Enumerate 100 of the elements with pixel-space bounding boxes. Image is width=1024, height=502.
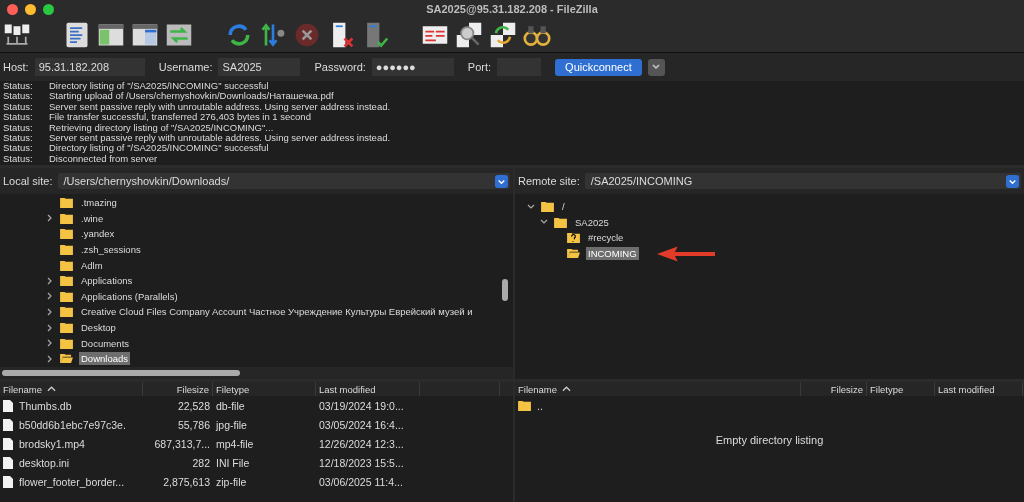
cancel-icon[interactable] — [293, 21, 321, 49]
folder-name[interactable]: Applications — [79, 274, 135, 288]
file-name: Thumbs.db — [19, 399, 72, 412]
file-icon — [3, 475, 13, 488]
chevron-icon[interactable] — [46, 214, 54, 223]
sort-icon — [47, 386, 57, 392]
folder-icon — [60, 212, 73, 224]
chevron-icon[interactable] — [46, 307, 54, 316]
folder-icon — [518, 400, 531, 411]
file-modified: 12/26/2024 12:3... — [318, 437, 405, 450]
chevron-icon[interactable] — [46, 339, 54, 348]
quickconnect-button[interactable]: Quickconnect — [555, 58, 642, 76]
log-type: Status: — [3, 91, 34, 102]
log-message: Retrieving directory listing of "/SA2025/INCOMING"... — [49, 122, 274, 134]
sync-browse-icon[interactable] — [489, 21, 517, 49]
dropdown-icon[interactable] — [1006, 174, 1019, 188]
log-type: Status: — [3, 81, 34, 92]
log-type: Status: — [3, 143, 34, 154]
folder-name[interactable]: Adlm — [79, 258, 105, 272]
remote-path-field[interactable]: /SA2025/INCOMING — [584, 173, 1021, 189]
file-type: zip-file — [215, 475, 248, 488]
folder-icon — [60, 275, 73, 287]
expanded-chevron-icon[interactable] — [527, 202, 535, 211]
folder-name[interactable]: INCOMING — [586, 247, 639, 261]
folder-icon — [60, 290, 73, 302]
close-button[interactable] — [7, 3, 18, 15]
log-type: Status: — [3, 101, 34, 113]
folder-name[interactable]: .tmazing — [79, 196, 119, 210]
folder-name[interactable]: / — [560, 200, 567, 214]
file-size: 22,528 — [176, 399, 211, 412]
log-type: Status: — [3, 122, 34, 134]
log-message: Directory listing of "/SA2025/INCOMING" successful — [49, 81, 269, 92]
folder-name[interactable]: #recycle — [586, 231, 626, 245]
file-type: mp4-file — [215, 437, 255, 450]
chevron-icon[interactable] — [46, 276, 54, 285]
password-field[interactable]: ●●●●●● — [371, 58, 454, 76]
file-modified: 03/05/2024 16:4... — [318, 418, 405, 431]
host-field[interactable]: 95.31.182.208 — [34, 58, 145, 76]
file-modified: 03/06/2025 11:4... — [318, 475, 404, 488]
file-size: 282 — [191, 456, 211, 469]
chevron-icon[interactable] — [46, 292, 54, 301]
zoom-button[interactable] — [43, 3, 54, 15]
file-modified: 03/19/2024 19:0... — [318, 399, 405, 412]
file-icon — [3, 418, 13, 431]
folder-name[interactable]: Documents — [79, 336, 132, 350]
username-field[interactable]: SA2025 — [218, 58, 301, 76]
file-name: flower_footer_border... — [19, 475, 125, 488]
file-size: 2,875,613 — [162, 475, 211, 488]
column-header[interactable]: Filename — [0, 382, 143, 396]
scrollbar-thumb[interactable] — [2, 370, 240, 376]
column-header[interactable]: Last modified — [316, 382, 420, 396]
folder-name[interactable]: Creative Cloud Files Company Account Частное Учреждение Культуры Еврейский музей и — [79, 305, 475, 319]
chevron-icon[interactable] — [46, 354, 54, 363]
folder-icon — [60, 259, 73, 271]
column-header[interactable]: Filetype — [213, 382, 316, 396]
folder-name[interactable]: Downloads — [79, 352, 130, 366]
log-message: Server sent passive reply with unroutable address. Using server address instead. — [49, 101, 391, 113]
column-header[interactable]: Last modified — [935, 382, 1023, 396]
dropdown-icon[interactable] — [495, 174, 508, 188]
log-message: File transfer successful, transferred 276,403 bytes in 1 second — [49, 112, 311, 123]
local-path-field[interactable]: /Users/chernyshovkin/Downloads/ — [57, 173, 510, 189]
column-header[interactable]: Filesize — [801, 382, 867, 396]
folder-name[interactable]: .zsh_sessions — [79, 243, 143, 257]
remote-site-label: Remote site: — [518, 175, 580, 187]
magnifier-icon[interactable] — [455, 21, 483, 49]
column-header[interactable]: Filetype — [867, 382, 935, 396]
folder-icon — [60, 306, 73, 318]
password-label: Password: — [314, 61, 366, 73]
log-message: Starting upload of /Users/chernyshovkin/Downloads/Наташечка.pdf — [49, 91, 334, 102]
folder-name[interactable]: Desktop — [79, 321, 118, 335]
folder-name[interactable]: .wine — [79, 211, 106, 225]
folder-icon — [60, 244, 73, 256]
chevron-icon[interactable] — [46, 323, 54, 332]
file-modified: 12/18/2023 15:5... — [318, 456, 405, 469]
folder-name[interactable]: .yandex — [79, 227, 117, 241]
dropdown-button[interactable] — [647, 58, 665, 76]
log-type: Status: — [3, 112, 34, 123]
folder-icon — [60, 197, 73, 209]
minimize-button[interactable] — [25, 3, 36, 15]
folder-name[interactable]: Applications (Parallels) — [79, 289, 180, 303]
empty-message: Empty directory listing — [715, 434, 824, 446]
local-site-label: Local site: — [3, 175, 53, 187]
log-message: Disconnected from server — [49, 153, 158, 165]
unknown-folder-icon — [567, 232, 580, 244]
file-name: .. — [537, 399, 543, 412]
file-size: 687,313,7... — [153, 437, 211, 450]
annotation-arrow — [656, 244, 715, 263]
folder-icon — [60, 228, 73, 240]
folder-name[interactable]: SA2025 — [573, 215, 611, 229]
caret-icon — [652, 64, 661, 70]
folder-icon — [541, 201, 554, 213]
log-type: Status: — [3, 153, 34, 165]
sort-icon — [562, 386, 572, 392]
column-header[interactable]: Filename — [515, 382, 801, 396]
queue-arrows-icon[interactable] — [259, 21, 287, 49]
username-label: Username: — [158, 61, 213, 73]
file-size: 55,786 — [176, 418, 211, 431]
column-header[interactable]: Filesize — [143, 382, 213, 396]
scrollbar-thumb[interactable] — [502, 279, 508, 301]
document-icon[interactable] — [63, 21, 91, 49]
